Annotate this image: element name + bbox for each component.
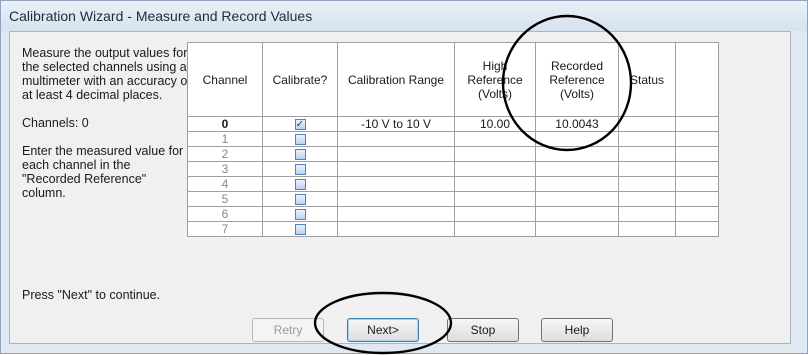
stop-button[interactable]: Stop bbox=[447, 318, 519, 342]
high-reference-cell bbox=[454, 146, 536, 162]
channel-cell: 4 bbox=[187, 176, 263, 192]
status-cell bbox=[618, 161, 676, 177]
wizard-content: Measure the output values for the select… bbox=[9, 31, 791, 344]
high-reference-cell bbox=[454, 191, 536, 207]
calibrate-checkbox[interactable] bbox=[294, 149, 306, 161]
status-cell bbox=[618, 131, 676, 147]
recorded-reference-input[interactable] bbox=[535, 206, 619, 222]
channel-cell: 2 bbox=[187, 146, 263, 162]
calibrate-checkbox[interactable] bbox=[294, 194, 306, 206]
channel-cell: 1 bbox=[187, 131, 263, 147]
instructions-text: Measure the output values for the select… bbox=[22, 46, 191, 102]
table-row: 7 bbox=[187, 221, 719, 237]
range-cell[interactable]: -10 V to 10 V bbox=[337, 116, 455, 132]
calibrate-cell[interactable] bbox=[262, 176, 338, 192]
instructions-panel: Measure the output values for the select… bbox=[22, 46, 192, 214]
recorded-reference-input[interactable]: 10.0043 bbox=[535, 116, 619, 132]
empty-cell bbox=[675, 206, 719, 222]
calibrate-checkbox[interactable] bbox=[294, 164, 306, 176]
button-bar: Retry Next> Stop Help bbox=[10, 310, 790, 342]
range-cell[interactable] bbox=[337, 146, 455, 162]
high-reference-cell bbox=[454, 206, 536, 222]
status-cell bbox=[618, 146, 676, 162]
calibration-table: Channel Calibrate? Calibration Range Hig… bbox=[187, 42, 719, 237]
empty-cell bbox=[675, 176, 719, 192]
recorded-reference-input[interactable] bbox=[535, 161, 619, 177]
range-cell[interactable] bbox=[337, 206, 455, 222]
table-row: 5 bbox=[187, 191, 719, 207]
empty-cell bbox=[675, 191, 719, 207]
high-reference-cell bbox=[454, 161, 536, 177]
calibrate-checkbox[interactable] bbox=[294, 134, 306, 146]
channel-cell: 0 bbox=[187, 116, 263, 132]
calibrate-cell[interactable] bbox=[262, 191, 338, 207]
retry-button[interactable]: Retry bbox=[252, 318, 324, 342]
table-row: 1 bbox=[187, 131, 719, 147]
table-header-row: Channel Calibrate? Calibration Range Hig… bbox=[187, 42, 719, 117]
table-row: 3 bbox=[187, 161, 719, 177]
calibrate-checkbox[interactable] bbox=[294, 209, 306, 221]
recorded-reference-input[interactable] bbox=[535, 146, 619, 162]
status-cell bbox=[618, 116, 676, 132]
empty-cell bbox=[675, 146, 719, 162]
range-cell[interactable] bbox=[337, 131, 455, 147]
range-cell[interactable] bbox=[337, 176, 455, 192]
range-cell[interactable] bbox=[337, 161, 455, 177]
high-reference-cell bbox=[454, 221, 536, 237]
table-row: 4 bbox=[187, 176, 719, 192]
calibrate-cell[interactable] bbox=[262, 146, 338, 162]
calibrate-checkbox[interactable] bbox=[294, 224, 306, 236]
high-reference-cell bbox=[454, 131, 536, 147]
column-header-status: Status bbox=[618, 42, 676, 117]
enter-value-text: Enter the measured value for each channe… bbox=[22, 144, 184, 200]
calibration-wizard-window: Calibration Wizard - Measure and Record … bbox=[0, 0, 808, 355]
channels-label: Channels: 0 bbox=[22, 116, 89, 130]
recorded-reference-input[interactable] bbox=[535, 191, 619, 207]
empty-cell bbox=[675, 131, 719, 147]
status-cell bbox=[618, 191, 676, 207]
table-row: 2 bbox=[187, 146, 719, 162]
channel-cell: 5 bbox=[187, 191, 263, 207]
calibrate-cell[interactable]: ✓ bbox=[262, 116, 338, 132]
high-reference-cell: 10.00 bbox=[454, 116, 536, 132]
recorded-reference-input[interactable] bbox=[535, 131, 619, 147]
column-header-high-reference: High Reference (Volts) bbox=[454, 42, 536, 117]
calibrate-checkbox[interactable]: ✓ bbox=[294, 119, 306, 131]
channel-cell: 3 bbox=[187, 161, 263, 177]
table-row: 6 bbox=[187, 206, 719, 222]
table-row: 0 ✓ -10 V to 10 V 10.00 10.0043 bbox=[187, 116, 719, 132]
channel-cell: 7 bbox=[187, 221, 263, 237]
column-header-channel: Channel bbox=[187, 42, 263, 117]
window-title: Calibration Wizard - Measure and Record … bbox=[9, 8, 313, 24]
empty-cell bbox=[675, 161, 719, 177]
calibrate-cell[interactable] bbox=[262, 221, 338, 237]
range-cell[interactable] bbox=[337, 221, 455, 237]
column-header-calibrate: Calibrate? bbox=[262, 42, 338, 117]
status-cell bbox=[618, 206, 676, 222]
status-cell bbox=[618, 221, 676, 237]
calibrate-cell[interactable] bbox=[262, 161, 338, 177]
calibrate-cell[interactable] bbox=[262, 131, 338, 147]
next-button[interactable]: Next> bbox=[347, 318, 419, 342]
calibrate-cell[interactable] bbox=[262, 206, 338, 222]
recorded-reference-input[interactable] bbox=[535, 176, 619, 192]
column-header-range: Calibration Range bbox=[337, 42, 455, 117]
high-reference-cell bbox=[454, 176, 536, 192]
range-cell[interactable] bbox=[337, 191, 455, 207]
status-cell bbox=[618, 176, 676, 192]
empty-cell bbox=[675, 221, 719, 237]
empty-cell bbox=[675, 116, 719, 132]
title-bar[interactable]: Calibration Wizard - Measure and Record … bbox=[1, 1, 807, 31]
column-header-recorded-reference: Recorded Reference (Volts) bbox=[535, 42, 619, 117]
channel-cell: 6 bbox=[187, 206, 263, 222]
column-header-empty bbox=[675, 42, 719, 117]
continue-instruction: Press "Next" to continue. bbox=[22, 288, 161, 302]
recorded-reference-input[interactable] bbox=[535, 221, 619, 237]
help-button[interactable]: Help bbox=[541, 318, 613, 342]
calibrate-checkbox[interactable] bbox=[294, 179, 306, 191]
